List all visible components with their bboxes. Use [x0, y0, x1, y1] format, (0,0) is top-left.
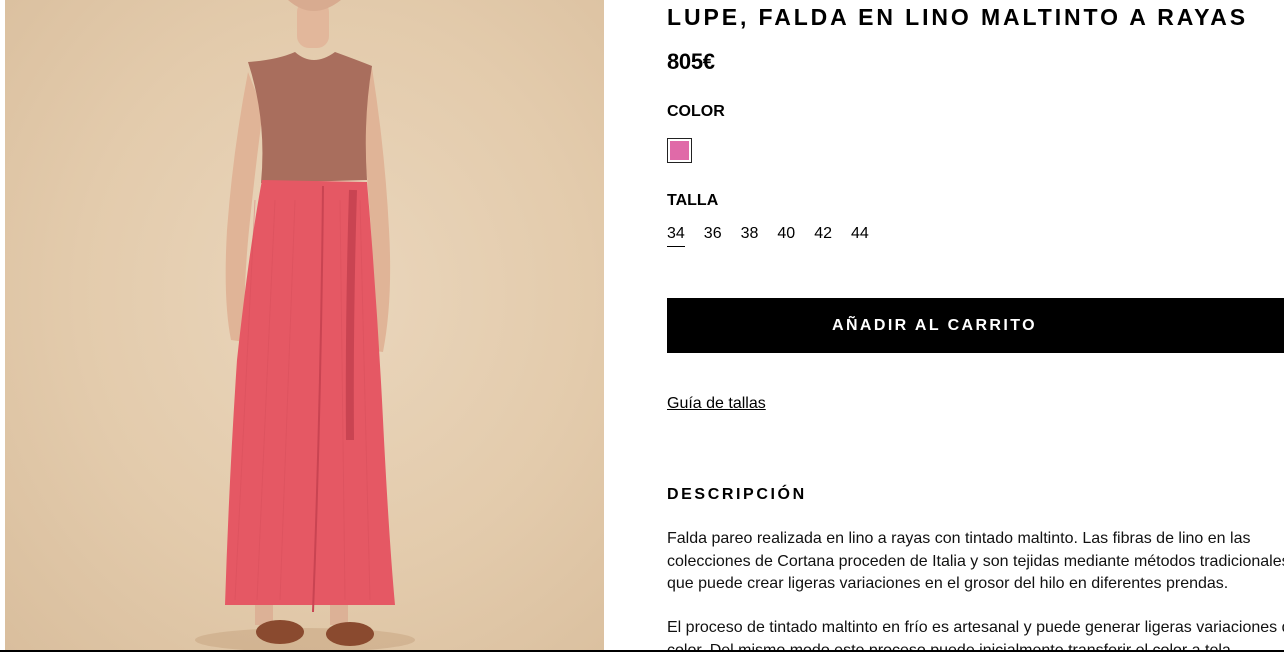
description-line: El proceso de tintado maltinto en frío e… — [667, 619, 1284, 636]
add-to-cart-button[interactable]: AÑADIR AL CARRITO — [667, 298, 1284, 353]
size-option-42[interactable]: 42 — [814, 225, 832, 247]
description-paragraph-1: Falda pareo realizada en lino a rayas co… — [667, 528, 1284, 596]
size-label: TALLA — [667, 192, 719, 209]
size-option-38[interactable]: 38 — [741, 225, 759, 247]
description-paragraph-2: El proceso de tintado maltinto en frío e… — [667, 617, 1284, 652]
description-line: colecciones de Cortana proceden de Itali… — [667, 552, 1284, 570]
size-option-40[interactable]: 40 — [777, 225, 795, 247]
product-image[interactable] — [5, 0, 604, 652]
product-page: LUPE, FALDA EN LINO MALTINTO A RAYAS 805… — [0, 0, 1284, 652]
color-swatch-fill — [670, 141, 689, 160]
description-line: Falda pareo realizada en lino a rayas co… — [667, 530, 1251, 547]
size-guide-link[interactable]: Guía de tallas — [667, 395, 766, 413]
color-label: COLOR — [667, 103, 725, 120]
color-swatch-pink[interactable] — [667, 138, 692, 163]
description-heading: DESCRIPCIÓN — [667, 486, 807, 503]
size-option-36[interactable]: 36 — [704, 225, 722, 247]
size-option-44[interactable]: 44 — [851, 225, 869, 247]
product-price: 805€ — [667, 49, 715, 74]
description-line: que puede crear ligeras variaciones en e… — [667, 575, 1229, 593]
model-illustration — [195, 0, 415, 652]
product-info: LUPE, FALDA EN LINO MALTINTO A RAYAS 805… — [667, 0, 1284, 652]
size-options: 34 36 38 40 42 44 — [667, 225, 888, 247]
size-option-34[interactable]: 34 — [667, 225, 685, 247]
product-title: LUPE, FALDA EN LINO MALTINTO A RAYAS — [667, 4, 1249, 30]
